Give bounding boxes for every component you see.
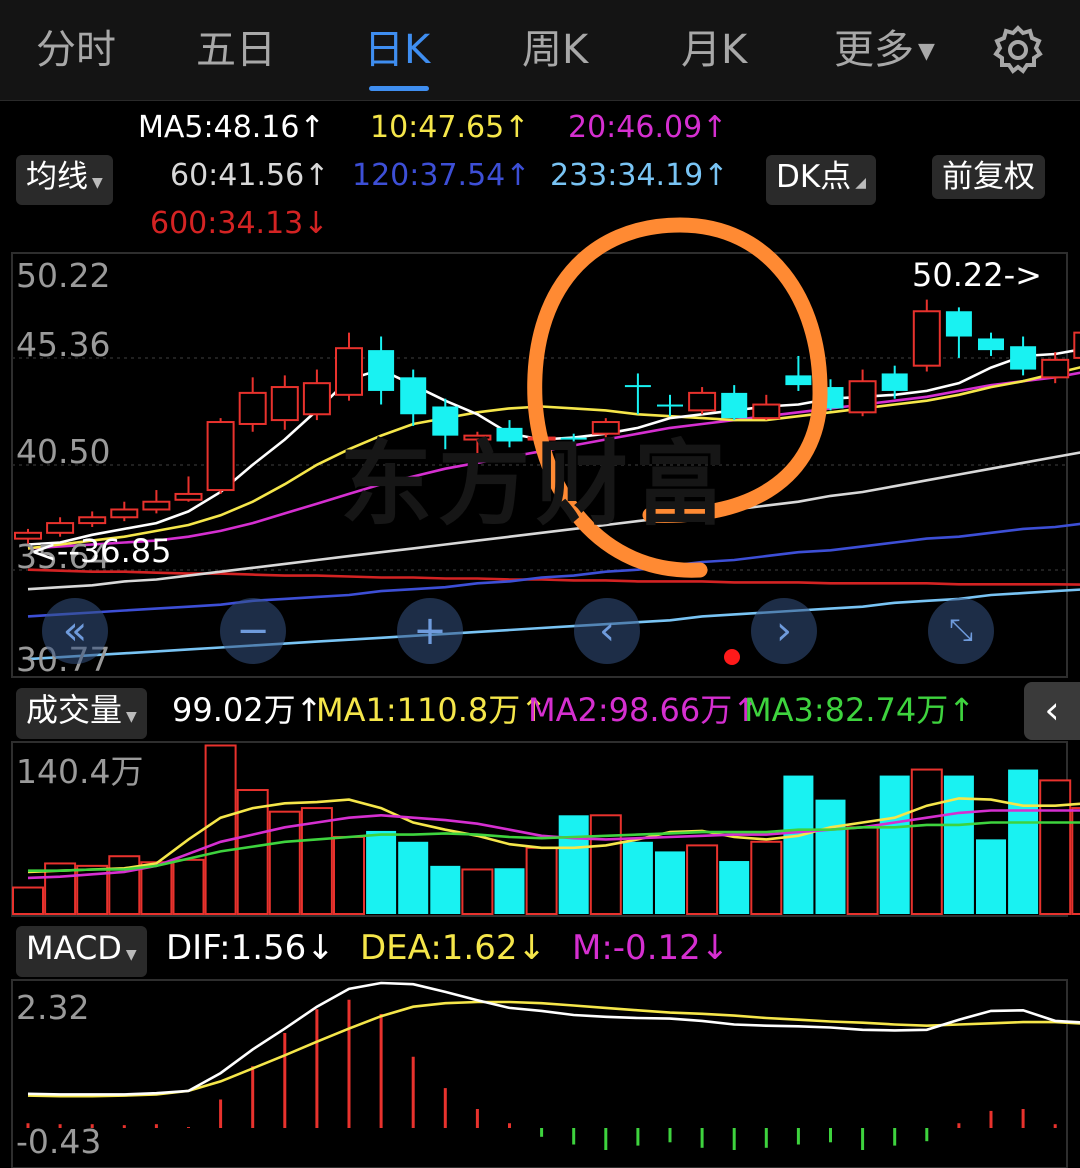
volume-bar-up [910,768,943,915]
volume-bar-up [204,744,237,916]
macd-axis-label: -0.43 [16,1122,102,1161]
zoom-out-icon[interactable]: − [220,598,286,664]
candle-body-up [1041,358,1070,379]
volume-bar-down [719,861,750,914]
candle-body-up [688,391,717,412]
volume-bar-up [846,826,879,915]
nav-double-left-icon[interactable]: « [42,598,108,664]
candle-body-down [945,311,972,337]
volume-bar-up [750,840,783,915]
candle-body-down [881,373,908,391]
candle-body-up [335,347,363,396]
vol-ma3-legend: MA3:82.74万↑ [744,691,976,729]
volume-bar-down [943,775,974,914]
volume-bar-up [333,835,365,915]
volume-bar-up [108,855,141,916]
volume-bar-up [140,861,173,915]
ma-line-ma233 [27,588,1080,661]
volume-bar-up [1071,807,1080,916]
nav-right-icon[interactable]: › [751,598,817,664]
kline-chart[interactable] [0,0,1080,1168]
candle-body-down [368,350,395,391]
candle-body-up [238,391,267,425]
volume-bar-down [430,865,461,914]
page-indicator-dot [724,649,740,665]
volume-value: 99.02万↑ [172,691,323,729]
price-axis-label: 40.50 [16,432,111,471]
volume-bar-down [783,775,814,914]
volume-bar-down [879,775,910,914]
dea-legend: DEA:1.62↓ [360,928,546,968]
dif-legend: DIF:1.56↓ [166,928,335,968]
candle-body-down [624,385,651,388]
volume-bar-up [686,844,719,916]
fullscreen-icon[interactable]: ⤡ [928,598,994,664]
volume-bar-up [461,868,494,915]
volume-axis-label: 140.4万 [16,752,144,791]
collapse-left-icon[interactable]: ‹ [1024,682,1080,740]
volume-bar-up [12,886,44,915]
vol-ma2-legend: MA2:98.66万↑ [528,691,760,729]
candle-body-up [848,380,877,414]
watermark: 东方财富 [340,431,733,538]
macd-dea-line [27,1000,1080,1098]
candle-body-down [657,404,683,407]
price-axis-label: 45.36 [16,325,111,364]
volume-bar-up [172,858,205,915]
candle-body-up [174,492,203,501]
low-price-marker: <--36.85 [30,532,172,570]
zoom-in-icon[interactable]: + [397,598,463,664]
volume-bar-down [366,830,397,914]
candle-body-up [142,500,171,511]
volume-bar-up [1039,779,1072,916]
vol-ma1-legend: MA1:110.8万↑ [316,691,548,729]
candle-body-down [1010,346,1037,370]
candle-body-down [400,377,427,415]
candle-body-up [302,382,331,416]
volume-indicator-dropdown[interactable]: 成交量 ▼ [16,688,147,739]
macd-indicator-dropdown[interactable]: MACD ▼ [16,926,147,977]
candle-body-up [78,516,107,525]
caret-down-icon: ▼ [126,709,137,725]
volume-bar-up [589,814,622,916]
volume-bar-down [976,839,1006,914]
volume-bar-down [622,841,653,914]
candle-body-up [1073,331,1080,359]
volume-indicator-label: 成交量 [26,691,123,729]
macd-dif-line [27,981,1080,1096]
price-axis-label: 50.22 [16,256,111,295]
macd-indicator-label: MACD [26,929,122,967]
volume-bar-down [494,868,525,914]
nav-left-icon[interactable]: ‹ [574,598,640,664]
volume-bar-down [815,799,846,914]
candle-body-down [785,375,812,386]
volume-bar-down [655,851,685,914]
macd-m-legend: M:-0.12↓ [572,928,730,968]
candle-body-up [270,386,299,422]
candle-body-up [206,421,235,492]
candle-body-down [978,338,1004,351]
volume-bar-down [1008,769,1039,914]
caret-down-icon: ▼ [125,947,137,963]
high-price-marker: 50.22-> [912,256,1042,294]
macd-axis-label: 2.32 [16,988,90,1027]
volume-bar-down [558,815,589,914]
volume-bar-up [525,846,558,916]
candle-body-up [110,508,139,519]
macd-panel-frame [11,979,1068,1168]
candle-body-up [752,403,781,420]
candle-body-up [912,310,941,367]
volume-bar-down [398,841,429,914]
